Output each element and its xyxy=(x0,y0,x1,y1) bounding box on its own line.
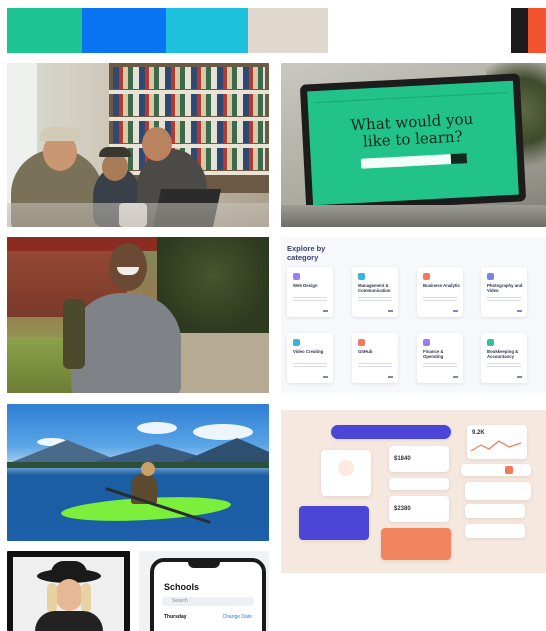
phone-schools-ui: Schools Search Thursday Change Date xyxy=(139,551,269,631)
category-icon xyxy=(358,273,365,280)
photo-woman-hat xyxy=(7,551,130,631)
palette-swatch-black xyxy=(511,8,528,53)
arrow-icon xyxy=(323,376,328,378)
dashboard-components-ui: 9.2K $1840 $2380 xyxy=(281,410,546,573)
category-card: Management & Communication xyxy=(352,267,398,317)
category-icon xyxy=(293,339,300,346)
screen-search-bar xyxy=(360,153,468,169)
desk xyxy=(281,205,546,227)
profile-card xyxy=(299,506,369,540)
category-card: Web Design xyxy=(287,267,333,317)
phone-search-input[interactable]: Search xyxy=(162,597,254,606)
arrow-icon xyxy=(388,376,393,378)
palette-swatch-white xyxy=(328,8,511,53)
phone-title: Schools xyxy=(164,582,200,592)
palette-swatch-blue xyxy=(82,8,166,53)
category-icon xyxy=(358,339,365,346)
user-row xyxy=(465,524,525,538)
user-row xyxy=(465,504,525,518)
category-icon xyxy=(293,273,300,280)
category-card: GitHub xyxy=(352,333,398,383)
explore-title: Explore by category xyxy=(287,244,326,262)
photo-group-studying xyxy=(7,63,269,227)
notification-pill xyxy=(331,425,451,439)
amount-card-a: $1840 xyxy=(389,446,449,472)
pager-row xyxy=(461,464,531,476)
palette-swatch-orange xyxy=(528,8,546,53)
laptop: What would you like to learn? xyxy=(299,73,527,213)
photo-student-portrait xyxy=(7,237,269,393)
amount-card-b: $2380 xyxy=(389,496,449,522)
photo-laptop-learn: What would you like to learn? xyxy=(281,63,546,227)
category-card: Bookkeeping & Accountancy xyxy=(481,333,527,383)
explore-by-category-ui: Explore by category Web Design Managemen… xyxy=(281,237,546,393)
phone-notch xyxy=(188,562,220,568)
arrow-icon xyxy=(453,376,458,378)
palette-swatch-green xyxy=(7,8,82,53)
dropdown-card xyxy=(389,478,449,490)
category-card: Photography and Video xyxy=(481,267,527,317)
jacket xyxy=(35,611,103,631)
category-card: Video Creating xyxy=(287,333,333,383)
arrow-icon xyxy=(323,310,328,312)
line-sparkline xyxy=(470,440,522,452)
category-card: Finance & Operating xyxy=(417,333,463,383)
select-card xyxy=(465,482,531,500)
laptop-screen: What would you like to learn? xyxy=(307,80,519,206)
category-card: Business Analytic xyxy=(417,267,463,317)
category-icon xyxy=(423,273,430,280)
cloud xyxy=(137,422,177,434)
change-date-link[interactable]: Change Date xyxy=(223,614,252,620)
mountain xyxy=(177,438,269,464)
screen-search-button xyxy=(450,153,468,165)
plus-icon xyxy=(338,460,354,476)
arrow-icon xyxy=(453,310,458,312)
arrow-icon xyxy=(517,376,522,378)
palette-swatch-cyan xyxy=(166,8,248,53)
palette-swatch-sand xyxy=(248,8,328,53)
amount-c: 9.2K xyxy=(472,430,485,436)
student-hoodie xyxy=(71,293,181,393)
category-icon xyxy=(487,339,494,346)
category-icon xyxy=(487,273,494,280)
photo-kayak-lake xyxy=(7,404,269,541)
upload-card xyxy=(321,450,371,496)
progress-card: 9.2K xyxy=(467,425,527,459)
phone: Schools Search Thursday Change Date xyxy=(150,558,266,631)
screen-headline: What would you like to learn? xyxy=(350,109,474,151)
arrow-icon xyxy=(388,310,393,312)
cta-card xyxy=(381,528,451,560)
category-icon xyxy=(423,339,430,346)
screen-nav xyxy=(313,85,508,104)
arrow-icon xyxy=(517,310,522,312)
phone-day: Thursday xyxy=(164,614,187,620)
